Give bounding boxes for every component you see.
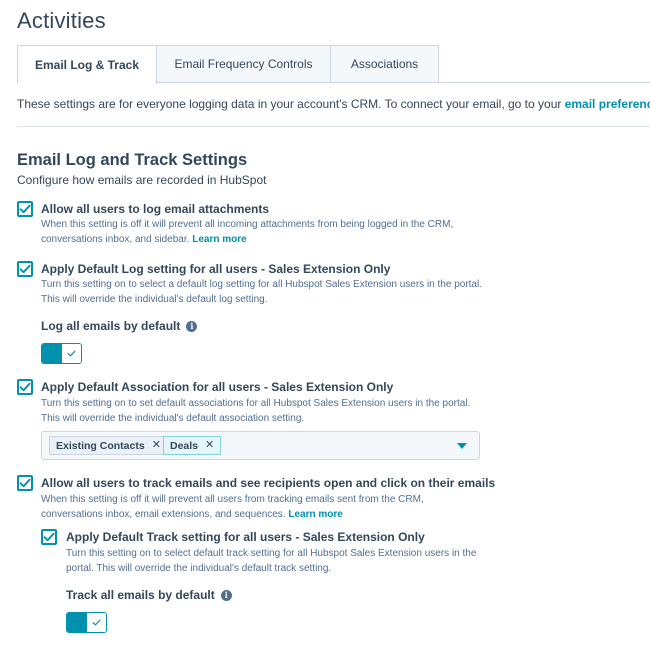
caret-down-icon[interactable] (457, 443, 467, 449)
check-icon (43, 532, 55, 542)
track-emails-help-line1: When this setting is off it will prevent… (41, 494, 424, 505)
email-preferences-link[interactable]: email preferences (565, 97, 650, 111)
log-all-emails-toggle[interactable] (41, 343, 82, 364)
attachments-help: When this setting is off it will prevent… (41, 218, 481, 247)
default-log-help-line1: Turn this setting on to select a default… (41, 279, 482, 290)
track-learn-more-link[interactable]: Learn more (288, 509, 342, 520)
default-track-label: Apply Default Track setting for all user… (66, 530, 425, 544)
default-track-help-line1: Turn this setting on to select default t… (66, 548, 477, 559)
track-all-emails-text: Track all emails by default (66, 588, 215, 602)
section-title: Email Log and Track Settings (17, 151, 248, 169)
track-emails-help-line2: conversations inbox, email extensions, a… (41, 508, 481, 523)
intro-text: These settings are for everyone logging … (17, 97, 650, 111)
attachments-help-line2: conversations inbox, and sidebar. Learn … (41, 233, 481, 248)
info-icon[interactable]: i (186, 320, 198, 332)
toggle-knob (61, 344, 81, 363)
close-icon[interactable]: ✕ (205, 440, 214, 451)
check-icon (67, 350, 76, 357)
info-icon[interactable]: i (220, 589, 232, 601)
track-emails-help: When this setting is off it will prevent… (41, 493, 481, 522)
default-log-label: Apply Default Log setting for all users … (41, 262, 391, 276)
check-icon (19, 382, 31, 392)
default-association-help-line1: Turn this setting on to set default asso… (41, 398, 471, 409)
track-emails-help-line2-text: conversations inbox, email extensions, a… (41, 508, 289, 520)
attachments-learn-more-link[interactable]: Learn more (192, 234, 246, 245)
attachments-help-line1: When this setting is off it will prevent… (41, 219, 454, 230)
intro-body: These settings are for everyone logging … (17, 97, 565, 111)
tag-label: Existing Contacts (56, 439, 145, 452)
attachments-checkbox[interactable] (17, 201, 33, 217)
default-association-help-line2: This will override the individual's defa… (41, 412, 305, 424)
attachments-label: Allow all users to log email attachments (41, 202, 270, 216)
page-title: Activities (17, 8, 106, 33)
close-icon[interactable]: ✕ (152, 440, 161, 451)
track-all-emails-toggle[interactable] (66, 612, 107, 633)
tab-associations[interactable]: Associations (330, 45, 439, 83)
toggle-fill (67, 613, 87, 632)
track-all-emails-label: Track all emails by default i (66, 588, 232, 602)
check-icon (92, 619, 101, 626)
tab-bar: Email Log & Track Email Frequency Contro… (17, 45, 650, 84)
default-track-help-line2: portal. This will override the individua… (66, 562, 332, 574)
log-all-emails-text: Log all emails by default (41, 319, 181, 333)
tag-label: Deals (170, 439, 199, 452)
tab-email-log-track[interactable]: Email Log & Track (17, 45, 157, 84)
default-association-help: Turn this setting on to set default asso… (41, 397, 491, 426)
default-association-checkbox[interactable] (17, 379, 33, 395)
log-all-emails-label: Log all emails by default i (41, 319, 198, 333)
toggle-fill (42, 344, 62, 363)
check-icon (19, 478, 31, 488)
default-log-help: Turn this setting on to select a default… (41, 278, 491, 307)
divider (17, 126, 650, 127)
check-icon (19, 204, 31, 214)
section-subtitle: Configure how emails are recorded in Hub… (17, 173, 267, 187)
default-track-checkbox[interactable] (41, 529, 57, 545)
check-icon (19, 264, 31, 274)
default-association-label: Apply Default Association for all users … (41, 380, 394, 394)
attachments-help-line2-text: conversations inbox, and sidebar. (41, 233, 193, 245)
track-emails-label: Allow all users to track emails and see … (41, 476, 496, 490)
default-log-checkbox[interactable] (17, 261, 33, 277)
default-track-help: Turn this setting on to select default t… (66, 547, 506, 576)
tag-deals: Deals ✕ (163, 436, 222, 455)
toggle-knob (86, 613, 106, 632)
tab-email-frequency-controls[interactable]: Email Frequency Controls (156, 45, 331, 83)
default-log-help-line2: This will override the individual's defa… (41, 293, 268, 305)
tag-existing-contacts: Existing Contacts ✕ (49, 436, 168, 455)
track-emails-checkbox[interactable] (17, 475, 33, 491)
default-association-select[interactable]: Existing Contacts ✕ Deals ✕ (41, 431, 480, 460)
